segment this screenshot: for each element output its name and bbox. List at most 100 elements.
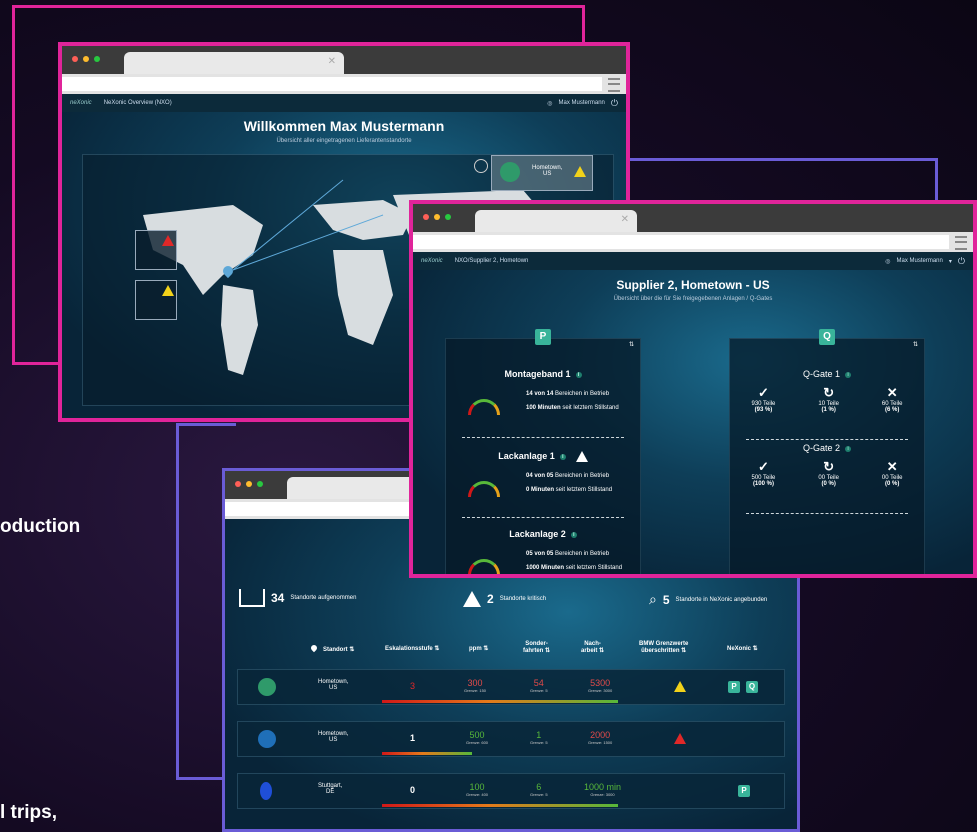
col-nacharbeit[interactable]: Nach- arbeit ⇅ [581, 641, 604, 654]
downtime-minutes: 100 Minuten [526, 405, 561, 411]
table-row[interactable]: Stuttgart, DE 0 100 Grenze: 400 6 Grenze: 5… [237, 773, 785, 809]
q-col-reject: ✕ 60 Teile (6 %) [882, 385, 903, 413]
stat-sites: 34 Standorte aufgenommen [239, 589, 356, 607]
q-gate[interactable]: Q-Gate 2 i ✓ 500 Teile (100 %) ↻ 00 Teile (0 … [730, 443, 924, 487]
menu-icon[interactable] [608, 78, 620, 92]
stat-value: 5 [662, 592, 670, 607]
side-text-production: oduction [0, 516, 81, 537]
sf-limit: Grenze: 5 [530, 740, 548, 745]
escalation-level: 0 [410, 785, 416, 795]
running-label: Bereichen in Betrieb [555, 473, 610, 479]
close-tab-icon[interactable]: ✕ [328, 56, 336, 67]
info-icon[interactable]: i [559, 453, 566, 460]
power-icon[interactable]: ⏻ [611, 98, 618, 109]
site-country: DE [326, 789, 335, 795]
nexonic-p-button[interactable]: P [728, 681, 740, 693]
location-card[interactable]: Hometown, US [491, 155, 593, 191]
user-icon[interactable]: ◎ [885, 258, 890, 265]
nexonic-q-button[interactable]: Q [746, 681, 758, 693]
sf-value: 6 [536, 782, 542, 792]
site-logo [258, 730, 276, 748]
stat-connected: ⌕ 5 Standorte in NeXonic angebunden [649, 591, 767, 608]
info-icon[interactable]: i [845, 371, 851, 378]
table-row[interactable]: Hometown, US 1 500 Grenze: 600 1 Grenze: 5 … [237, 721, 785, 757]
url-bar[interactable] [62, 74, 626, 94]
menu-icon[interactable] [955, 236, 967, 250]
col-bmw-grenzwerte[interactable]: BMW Grenzwerte überschritten ⇅ [639, 641, 688, 654]
info-icon[interactable]: i [575, 371, 582, 378]
na-value: 5300 [590, 678, 611, 688]
status-gauge [468, 559, 500, 574]
downtime-label: seit letztem Stillstand [562, 405, 619, 411]
location-marker-2[interactable] [135, 280, 177, 320]
map-pin-icon[interactable] [220, 263, 236, 281]
browser-titlebar: ✕ [413, 204, 973, 232]
na-limit: Grenze: 1500 [588, 740, 613, 745]
stat-value: 2 [487, 592, 494, 606]
check-icon: ✓ [757, 459, 769, 474]
col-sonderfahrten[interactable]: Sonder- fahrten ⇅ [523, 641, 550, 654]
parts-percent: (93 %) [754, 407, 773, 413]
q-gate[interactable]: Q-Gate 1 i ✓ 930 Teile (93 %) ↻ 10 Teile (1 %… [730, 369, 924, 413]
col-standort[interactable]: Standort ⇅ [309, 643, 354, 653]
check-icon: ✓ [757, 385, 769, 400]
browser-tab[interactable]: ✕ [124, 52, 344, 74]
nexonic-logo: neXonic [70, 100, 92, 106]
line-item[interactable]: Lackanlage 2 i 05 von 05 Bereichen in Bet… [446, 529, 640, 574]
stat-critical: 2 Standorte kritisch [463, 591, 546, 607]
line-item[interactable]: Lackanlage 1 i 04 von 05 Bereichen in Bet… [446, 451, 640, 497]
col-nexonic[interactable]: NeXonic ⇅ [727, 645, 758, 652]
ppm-limit: Grenze: 600 [466, 740, 489, 745]
divider [462, 437, 624, 438]
supplier-window: ✕ neXonic NXO/Supplier 2, Hometown ◎ Max … [409, 200, 977, 578]
production-icon: P [535, 329, 551, 345]
downtime-minutes: 0 Minuten [526, 487, 554, 493]
close-icon: ✕ [886, 459, 898, 474]
app-header: neXonic NeXonic Overview (NXO) ◎ Max Must… [62, 94, 626, 112]
globe-icon[interactable] [474, 159, 488, 173]
ppm-value: 300 [467, 678, 483, 688]
escalation-bar [382, 804, 618, 807]
nexonic-p-button[interactable]: P [738, 785, 750, 797]
app-header: neXonic NXO/Supplier 2, Hometown ◎ Max Mu… [413, 252, 973, 270]
refresh-icon: ↻ [823, 385, 835, 400]
production-panel: P ⇅ Montageband 1 i 14 von 14 Bereichen i… [445, 329, 641, 574]
location-marker-1[interactable] [135, 230, 177, 270]
browser-tab[interactable]: ✕ [475, 210, 637, 232]
stat-label: Standorte aufgenommen [290, 595, 357, 601]
sort-icon[interactable]: ⇅ [913, 341, 918, 348]
divider [462, 517, 624, 518]
url-bar[interactable] [413, 232, 973, 252]
breadcrumb[interactable]: NXO/Supplier 2, Hometown [455, 258, 529, 264]
page-title: Willkommen Max Mustermann [243, 118, 445, 134]
col-eskalation[interactable]: Eskalationsstufe ⇅ [385, 645, 439, 652]
stat-label: Standorte in NeXonic angebunden [675, 596, 768, 603]
q-gate-name: Q-Gate 2 [802, 443, 840, 453]
escalation-level: 1 [410, 733, 416, 743]
app-name: NeXonic Overview (NXO) [103, 100, 172, 106]
warning-icon [463, 591, 481, 607]
parts-percent: (100 %) [752, 481, 774, 487]
parts-percent: (0 %) [821, 481, 836, 487]
running-label: Bereichen in Betrieb [555, 391, 610, 397]
parts-percent: (1 %) [821, 407, 836, 413]
chevron-down-icon[interactable]: ▾ [949, 258, 952, 265]
side-text-trips: l trips, [0, 802, 58, 823]
line-name: Lackanlage 1 [498, 451, 555, 461]
page-subtitle: Übersicht über die für Sie freigegebenen… [613, 296, 773, 302]
factory-icon [239, 589, 265, 607]
col-ppm[interactable]: ppm ⇅ [469, 645, 488, 652]
table-header: Standort ⇅ Eskalationsstufe ⇅ ppm ⇅ Sond… [225, 641, 797, 661]
power-icon[interactable]: ⏻ [958, 256, 965, 267]
user-icon[interactable]: ◎ [547, 100, 552, 107]
table-row[interactable]: Hometown, US 3 300 Grenze: 150 54 Grenze: 5… [237, 669, 785, 705]
sort-icon[interactable]: ⇅ [629, 341, 634, 348]
close-tab-icon[interactable]: ✕ [621, 214, 629, 225]
line-item[interactable]: Montageband 1 i 14 von 14 Bereichen in Be… [446, 369, 640, 415]
user-name[interactable]: Max Mustermann [559, 100, 605, 106]
info-icon[interactable]: i [570, 531, 577, 538]
user-name[interactable]: Max Mustermann [897, 258, 943, 264]
info-icon[interactable]: i [845, 445, 851, 452]
quality-panel: Q ⇅ Q-Gate 1 i ✓ 930 Teile (93 %) ↻ 10 Teile… [729, 329, 925, 574]
q-col-reject: ✕ 00 Teile (0 %) [882, 459, 903, 487]
